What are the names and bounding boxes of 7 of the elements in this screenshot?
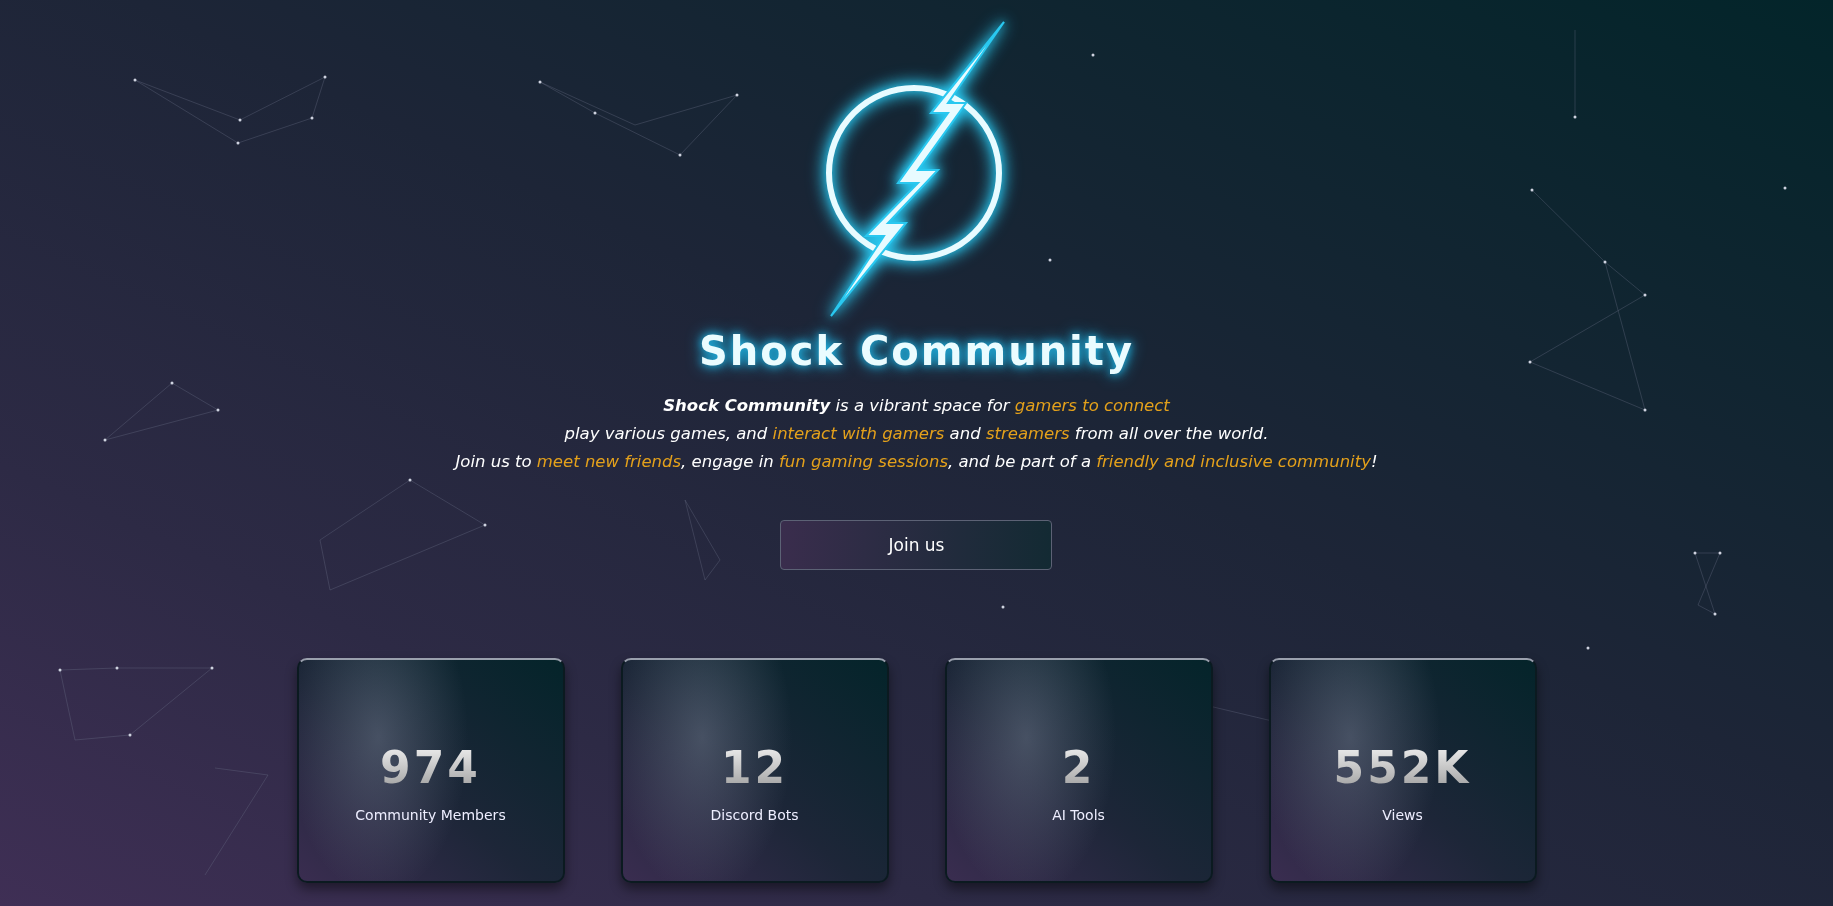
stat-label: Views <box>1382 807 1423 823</box>
site-title: Shock Community <box>698 328 1134 374</box>
join-button[interactable]: Join us <box>780 520 1053 570</box>
stat-label: Discord Bots <box>710 807 799 823</box>
community-description: Shock Community is a vibrant space for gamers to connect play various games, and interact with gamers and streamers from all over the world. Join us to meet new friends, engage in fun gaming sessions, and be part of a friendly and inclusive community! <box>455 395 1378 473</box>
stat-label: Community Members <box>355 807 506 823</box>
stat-label: AI Tools <box>1052 807 1105 823</box>
